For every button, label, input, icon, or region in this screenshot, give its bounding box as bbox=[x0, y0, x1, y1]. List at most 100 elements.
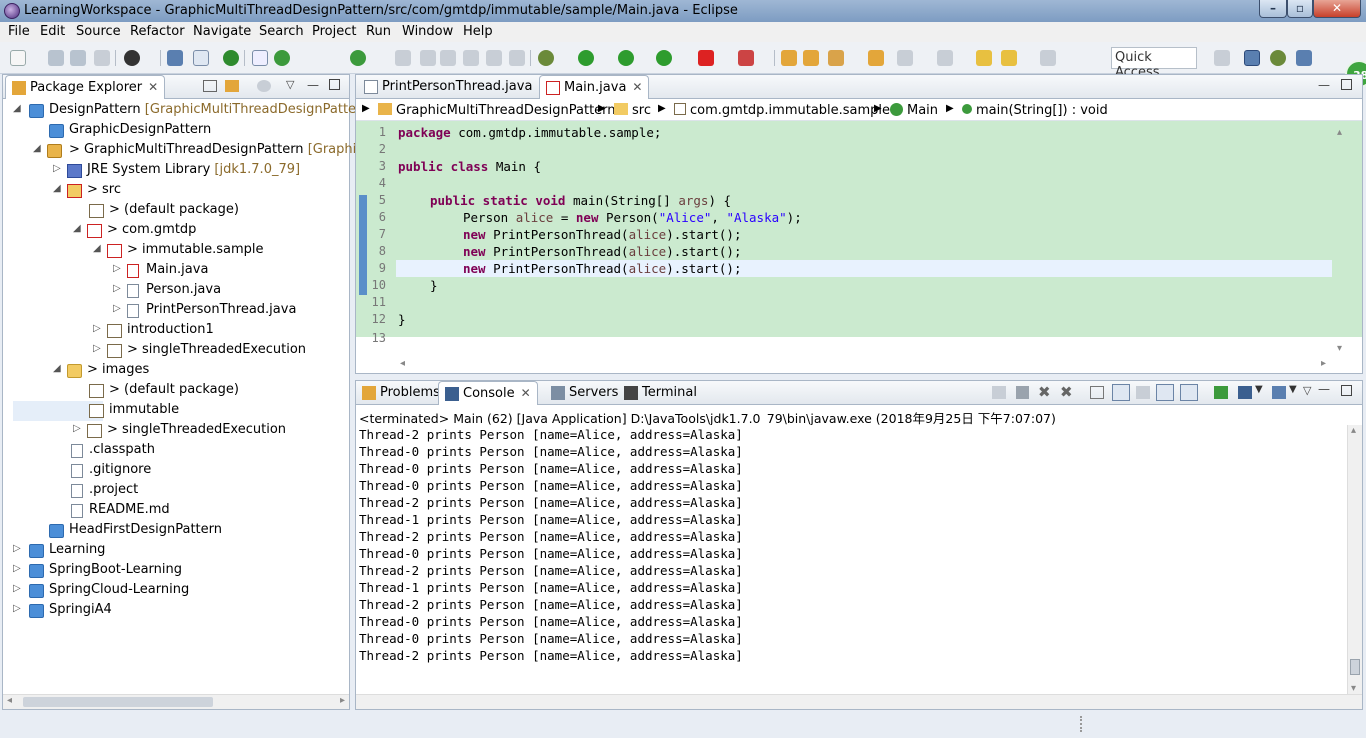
menu-navigate[interactable]: Navigate bbox=[193, 24, 251, 39]
console-vertical-scrollbar[interactable]: ▴ ▾ bbox=[1347, 425, 1362, 694]
close-icon[interactable]: ✕ bbox=[632, 80, 642, 94]
focus-icon[interactable] bbox=[257, 80, 271, 92]
close-button[interactable]: ✕ bbox=[1313, 0, 1361, 18]
minimize-view-icon[interactable]: — bbox=[307, 78, 319, 92]
new-console-icon[interactable] bbox=[1272, 386, 1286, 399]
maximize-view-icon[interactable] bbox=[1341, 79, 1352, 90]
last-edit-icon[interactable] bbox=[976, 50, 992, 66]
save-icon[interactable] bbox=[48, 50, 64, 66]
mark-occurrences-icon[interactable] bbox=[440, 50, 456, 66]
open-task-icon[interactable] bbox=[803, 50, 819, 66]
skip-breakpoints-icon[interactable] bbox=[223, 50, 239, 66]
quick-access-input[interactable]: Quick Access bbox=[1111, 47, 1197, 80]
breadcrumb-src[interactable]: src bbox=[614, 103, 651, 118]
prev-annotation-icon[interactable] bbox=[937, 50, 953, 66]
maximize-button[interactable]: ▫ bbox=[1287, 0, 1313, 18]
maximize-view-icon[interactable] bbox=[329, 79, 340, 90]
run-coverage-icon[interactable] bbox=[618, 50, 634, 66]
show-whitespace-icon[interactable] bbox=[463, 50, 479, 66]
tab-servers[interactable]: Servers bbox=[545, 381, 624, 405]
display-console-icon[interactable] bbox=[1238, 386, 1252, 399]
link-editor-icon[interactable] bbox=[225, 80, 239, 92]
menu-project[interactable]: Project bbox=[312, 24, 356, 39]
menu-help[interactable]: Help bbox=[463, 24, 493, 39]
clear-console-icon[interactable] bbox=[1090, 386, 1104, 399]
toggle-breadcrumb-icon[interactable] bbox=[420, 50, 436, 66]
next-annotation-icon[interactable] bbox=[897, 50, 913, 66]
pilcrow-icon[interactable] bbox=[509, 50, 525, 66]
scroll-thumb[interactable] bbox=[1350, 659, 1360, 675]
editor-horizontal-scrollbar[interactable]: ◂ ▸ bbox=[356, 357, 1362, 373]
block-selection-icon[interactable] bbox=[252, 50, 268, 66]
chevron-down-icon[interactable]: ▼ bbox=[1289, 384, 1297, 395]
menu-refactor[interactable]: Refactor bbox=[130, 24, 185, 39]
scroll-lock-icon[interactable] bbox=[1112, 384, 1130, 401]
menu-edit[interactable]: Edit bbox=[40, 24, 65, 39]
minimize-view-icon[interactable]: — bbox=[1318, 382, 1330, 396]
breadcrumb-package[interactable]: com.gmtdp.immutable.sample bbox=[674, 103, 890, 118]
profile-icon[interactable] bbox=[124, 50, 140, 66]
menu-source[interactable]: Source bbox=[76, 24, 121, 39]
menu-window[interactable]: Window bbox=[402, 24, 453, 39]
console-icon[interactable] bbox=[167, 50, 183, 66]
tab-main-java[interactable]: Main.java ✕ bbox=[539, 75, 650, 99]
scroll-down-icon[interactable]: ▾ bbox=[1337, 343, 1342, 354]
scroll-up-icon[interactable]: ▴ bbox=[1337, 127, 1342, 138]
debug-perspective-icon[interactable] bbox=[1270, 50, 1286, 66]
chevron-down-icon[interactable]: ▼ bbox=[1255, 384, 1263, 395]
debug-icon[interactable] bbox=[538, 50, 554, 66]
open-type-icon[interactable] bbox=[781, 50, 797, 66]
breadcrumb-project[interactable]: GraphicMultiThreadDesignPattern bbox=[378, 103, 616, 118]
view-menu-icon[interactable]: ▽ bbox=[286, 78, 294, 91]
scroll-thumb[interactable] bbox=[23, 697, 213, 707]
java-ee-perspective-icon[interactable] bbox=[1244, 50, 1260, 66]
menu-search[interactable]: Search bbox=[259, 24, 304, 39]
new-icon[interactable] bbox=[10, 50, 26, 66]
pen-icon[interactable] bbox=[828, 50, 844, 66]
tab-problems[interactable]: Problems bbox=[356, 381, 446, 405]
menu-file[interactable]: File bbox=[8, 24, 30, 39]
print-icon[interactable] bbox=[94, 50, 110, 66]
scroll-right-icon[interactable]: ▸ bbox=[1321, 358, 1326, 369]
external-tools-icon[interactable] bbox=[656, 50, 672, 66]
maximize-view-icon[interactable] bbox=[1341, 385, 1352, 396]
tab-terminal[interactable]: Terminal bbox=[618, 381, 703, 405]
run-icon[interactable] bbox=[578, 50, 594, 66]
collapse-all-icon[interactable] bbox=[203, 80, 217, 92]
close-icon[interactable]: ✕ bbox=[148, 80, 158, 94]
menu-run[interactable]: Run bbox=[366, 24, 391, 39]
console-output[interactable]: Thread-2 prints Person [name=Alice, addr… bbox=[356, 425, 1347, 694]
save-all-icon[interactable] bbox=[70, 50, 86, 66]
tab-package-explorer[interactable]: Package Explorer ✕ bbox=[5, 75, 166, 99]
scroll-down-icon[interactable]: ▾ bbox=[1351, 683, 1356, 694]
remove-all-icon[interactable]: ✖ bbox=[1060, 383, 1073, 401]
search-toolbar-icon[interactable] bbox=[395, 50, 411, 66]
tree-item-immutable[interactable]: immutable bbox=[13, 401, 179, 421]
show-on-stderr-icon[interactable] bbox=[1180, 384, 1198, 401]
forward-icon[interactable] bbox=[1040, 50, 1056, 66]
back-icon[interactable] bbox=[1001, 50, 1017, 66]
scroll-left-icon[interactable]: ◂ bbox=[400, 358, 405, 369]
word-wrap-console-icon[interactable] bbox=[1136, 386, 1150, 399]
console-horizontal-scrollbar[interactable] bbox=[356, 694, 1362, 709]
minimize-view-icon[interactable]: — bbox=[1318, 78, 1330, 92]
open-console-icon[interactable] bbox=[1214, 386, 1228, 399]
java-perspective-icon[interactable] bbox=[1296, 50, 1312, 66]
remove-launch-icon[interactable]: ✖ bbox=[1038, 383, 1051, 401]
view-menu-icon[interactable]: ▽ bbox=[1303, 384, 1311, 397]
tab-printpersonthread[interactable]: PrintPersonThread.java bbox=[358, 75, 538, 99]
show-on-stdout-icon[interactable] bbox=[1156, 384, 1174, 401]
code-editor[interactable]: 1 2 3 4 5 6 7 8 9 10 11 12 13 package co… bbox=[356, 121, 1362, 337]
refresh-icon[interactable] bbox=[274, 50, 290, 66]
terminate-icon[interactable] bbox=[1016, 386, 1029, 399]
close-icon[interactable]: ✕ bbox=[521, 386, 531, 400]
stop-icon[interactable] bbox=[698, 50, 714, 66]
minimize-button[interactable]: – bbox=[1259, 0, 1287, 18]
breadcrumb-method[interactable]: main(String[]) : void bbox=[962, 103, 1108, 118]
scroll-left-icon[interactable]: ◂ bbox=[7, 695, 12, 706]
toggle-mark-icon[interactable] bbox=[193, 50, 209, 66]
tab-console[interactable]: Console ✕ bbox=[438, 381, 538, 405]
open-perspective-icon[interactable] bbox=[1214, 50, 1230, 66]
word-wrap-icon[interactable] bbox=[486, 50, 502, 66]
horizontal-scrollbar[interactable]: ◂ ▸ bbox=[3, 694, 349, 709]
